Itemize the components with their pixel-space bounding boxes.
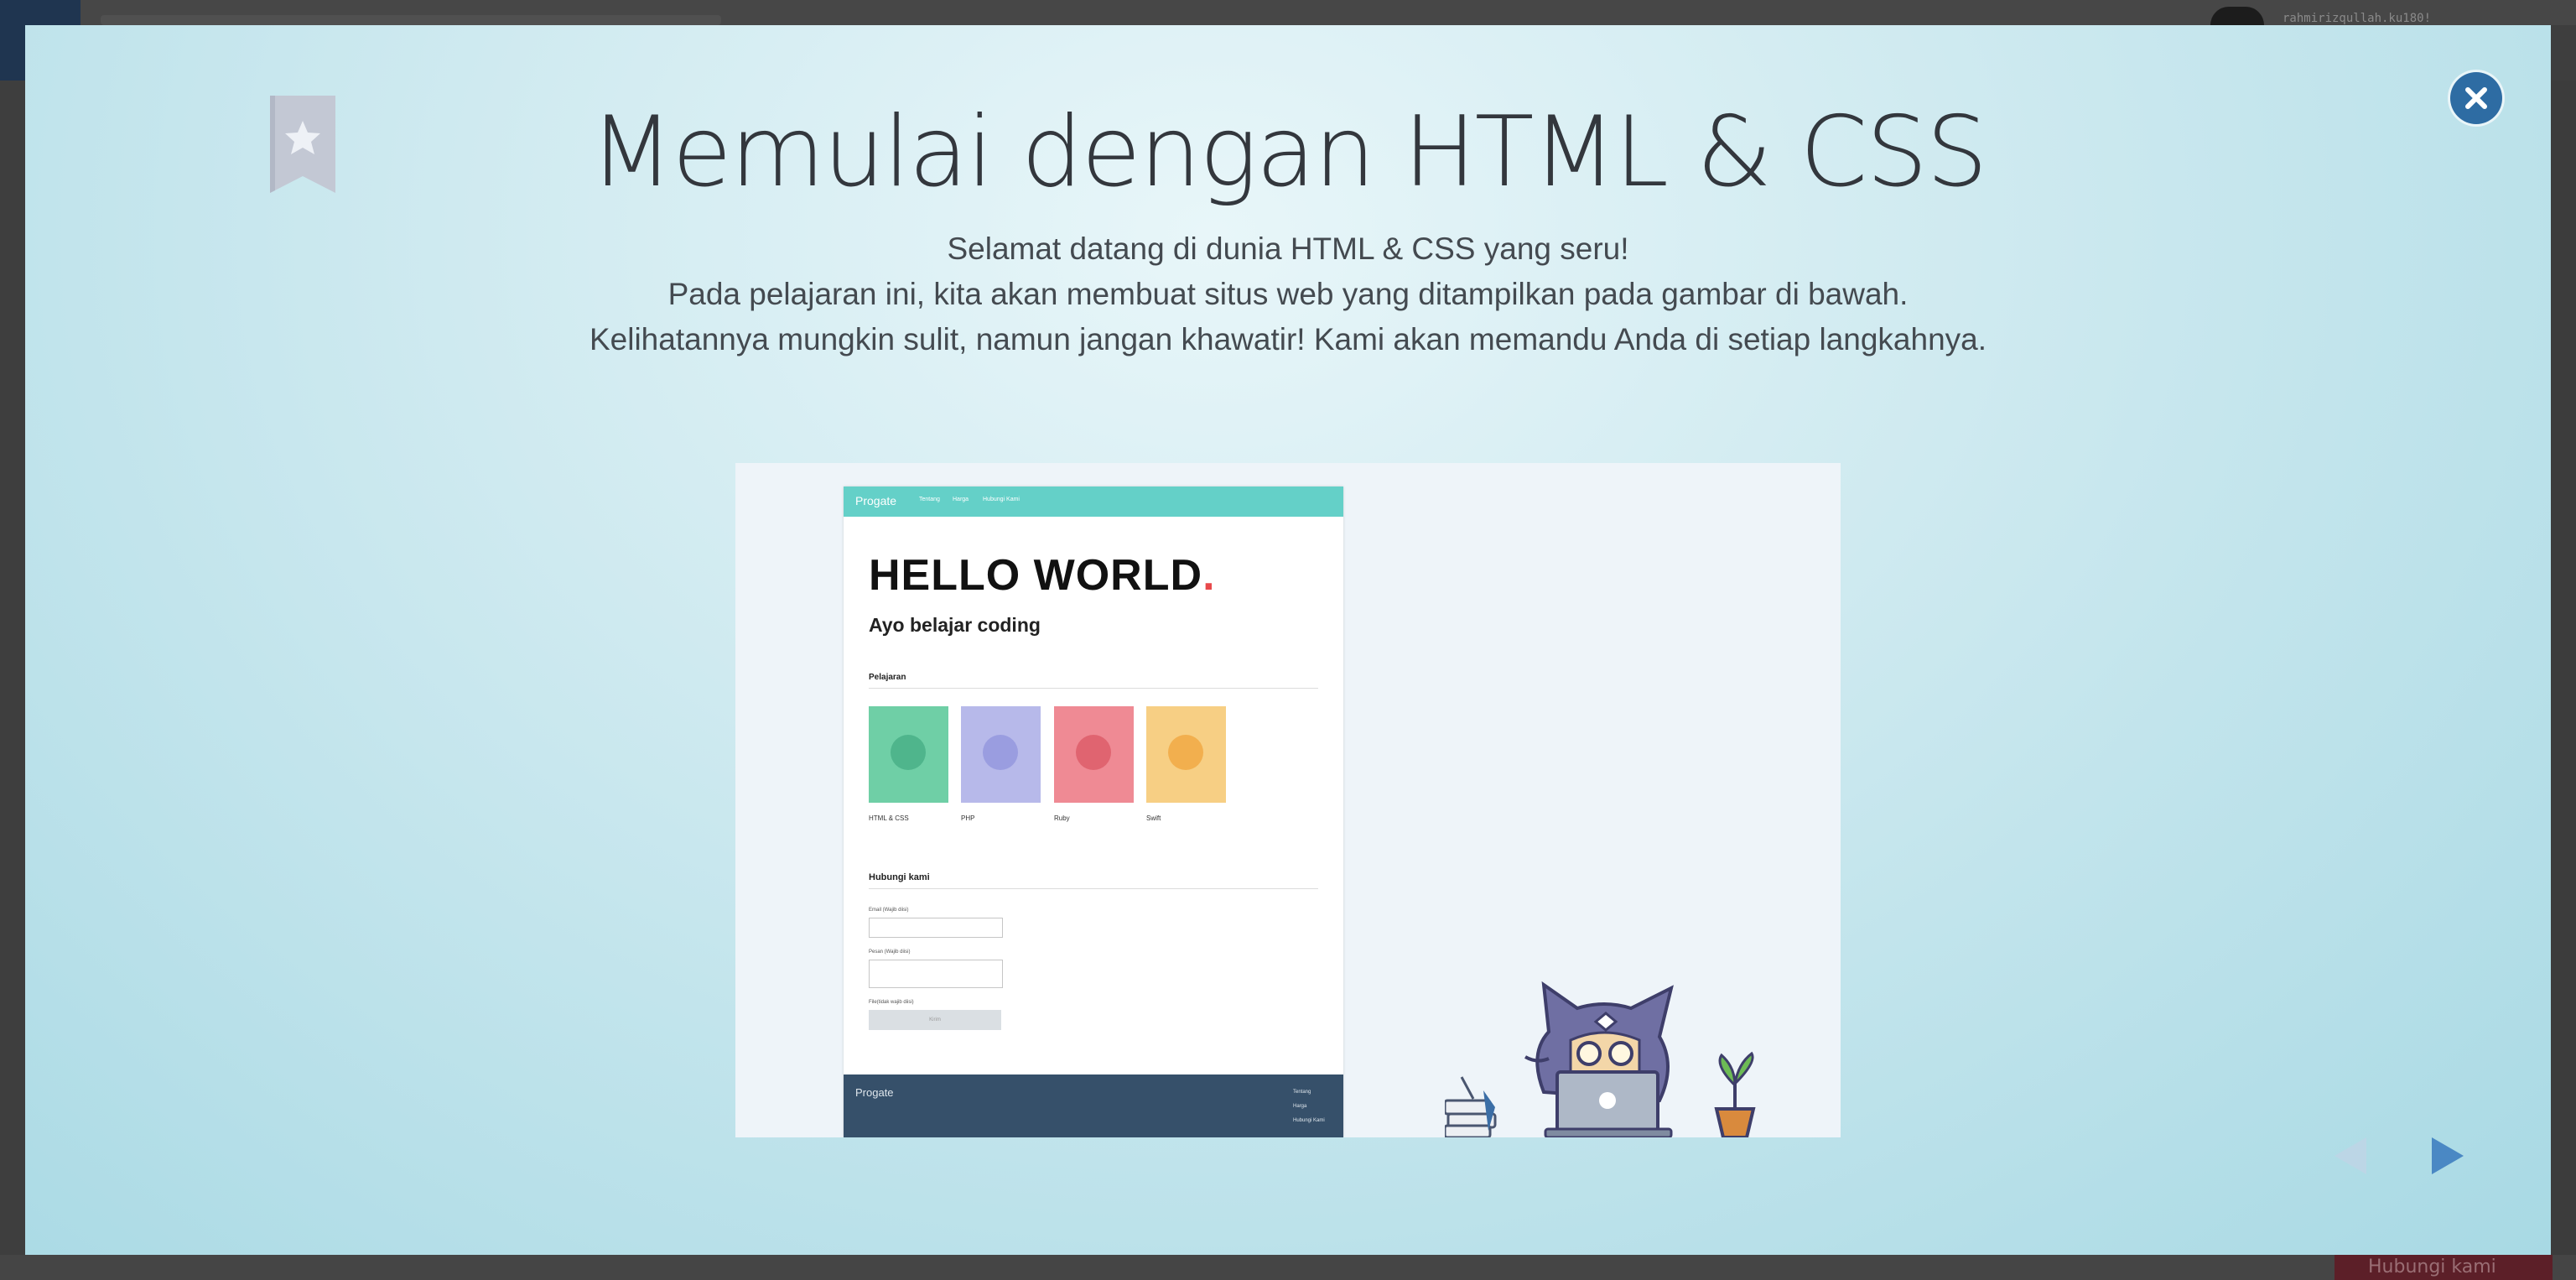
divider xyxy=(869,688,1318,689)
app-search-bar xyxy=(101,15,721,25)
preview-lessons-heading: Pelajaran xyxy=(869,673,906,682)
intro-line: Selamat datang di dunia HTML & CSS yang … xyxy=(947,232,1629,266)
lesson-card-php xyxy=(961,706,1041,803)
user-avatar xyxy=(2210,7,2264,25)
previous-slide-button[interactable] xyxy=(2328,1132,2375,1179)
lesson-card-html-css xyxy=(869,706,948,803)
footer-link: Tentang xyxy=(1293,1090,1311,1095)
email-field xyxy=(869,918,1003,938)
footer-brand: Progate xyxy=(855,1086,894,1099)
preview-hero-subtitle: Ayo belajar coding xyxy=(869,614,1041,636)
lesson-icon xyxy=(1168,735,1203,770)
lesson-card-ruby xyxy=(1054,706,1134,803)
intro-text: Selamat datang di dunia HTML & CSS yang … xyxy=(25,226,2551,362)
preview-hero-title: HELLO WORLD. xyxy=(869,550,1216,601)
lesson-icon xyxy=(891,735,926,770)
site-preview-image: Progate Tentang Harga Hubungi Kami HELLO… xyxy=(735,463,1841,1137)
lesson-label: Swift xyxy=(1146,814,1161,822)
hero-title-text: HELLO WORLD xyxy=(869,551,1203,600)
preview-site-footer: Progate Tentang Harga Hubungi Kami xyxy=(844,1074,1343,1137)
ninja-cat-mascot-illustration xyxy=(1445,981,1756,1137)
preview-brand: Progate xyxy=(855,494,897,507)
app-bottombar xyxy=(0,1255,2576,1280)
lesson-intro-modal: Memulai dengan HTML & CSS Selamat datang… xyxy=(25,25,2551,1255)
username-label: rahmirizqullah.ku180! xyxy=(2283,12,2432,25)
hero-title-dot: . xyxy=(1202,551,1216,600)
triangle-right-icon xyxy=(2432,1137,2464,1174)
intro-line: Pada pelajaran ini, kita akan membuat si… xyxy=(667,277,1909,311)
preview-nav-link: Hubungi Kami xyxy=(983,497,1020,502)
file-label: File(tidak wajib diisi) xyxy=(869,1000,914,1005)
preview-site: Progate Tentang Harga Hubungi Kami HELLO… xyxy=(844,487,1343,1137)
message-field xyxy=(869,960,1003,988)
lesson-label: Ruby xyxy=(1054,814,1070,822)
message-label: Pesan (Wajib diisi) xyxy=(869,950,911,955)
contact-button: Hubungi kami xyxy=(2334,1255,2553,1280)
footer-link: Harga xyxy=(1293,1104,1307,1109)
intro-line: Kelihatannya mungkin sulit, namun jangan… xyxy=(589,322,1987,356)
preview-contact-heading: Hubungi kami xyxy=(869,872,930,882)
lesson-card-swift xyxy=(1146,706,1226,803)
footer-link: Hubungi Kami xyxy=(1293,1118,1325,1123)
lesson-label: PHP xyxy=(961,814,975,822)
preview-site-header: Progate Tentang Harga Hubungi Kami xyxy=(844,487,1343,517)
lesson-icon xyxy=(1076,735,1111,770)
preview-nav-link: Harga xyxy=(953,497,969,502)
submit-button: Kirim xyxy=(869,1010,1001,1030)
modal-title: Memulai dengan HTML & CSS xyxy=(589,96,1987,209)
email-label: Email (Wajib diisi) xyxy=(869,908,909,913)
next-slide-button[interactable] xyxy=(2423,1132,2470,1179)
divider xyxy=(869,888,1318,889)
lesson-icon xyxy=(983,735,1018,770)
triangle-left-icon xyxy=(2334,1137,2366,1174)
app-scrollbar xyxy=(2551,81,2576,1255)
lesson-label: HTML & CSS xyxy=(869,814,909,822)
preview-nav-link: Tentang xyxy=(919,497,940,502)
